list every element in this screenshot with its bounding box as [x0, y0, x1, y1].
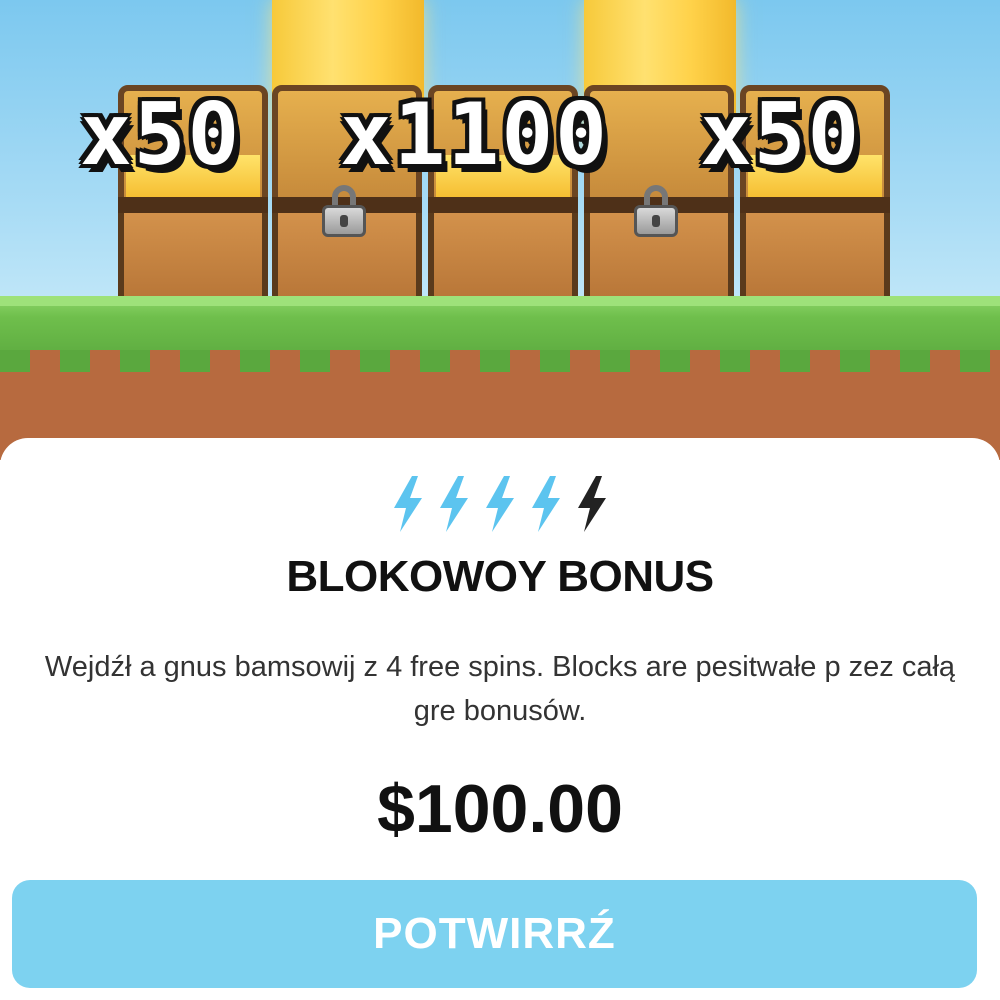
game-scene: x50 x1100 x50: [0, 0, 1000, 460]
multiplier-left: x50: [80, 85, 242, 185]
padlock-icon: [322, 185, 366, 237]
energy-rating: [0, 474, 1000, 534]
lightning-bolt-filled-icon: [440, 476, 468, 532]
lightning-bolt-filled-icon: [394, 476, 422, 532]
multiplier-right: x50: [700, 85, 862, 185]
bonus-price: $100.00: [377, 771, 623, 847]
lightning-bolt-filled-icon: [532, 476, 560, 532]
bonus-description: Wejdźł a gnus bamsowij z 4 free spins. B…: [44, 651, 956, 727]
confirm-button[interactable]: POTWIRRŹ: [12, 880, 977, 988]
bonus-title: BLOKOWOY BONUS: [286, 552, 714, 601]
lightning-bolt-empty-icon: [578, 476, 606, 532]
multiplier-center: x1100: [340, 85, 609, 185]
lightning-bolt-filled-icon: [486, 476, 514, 532]
padlock-icon: [634, 185, 678, 237]
